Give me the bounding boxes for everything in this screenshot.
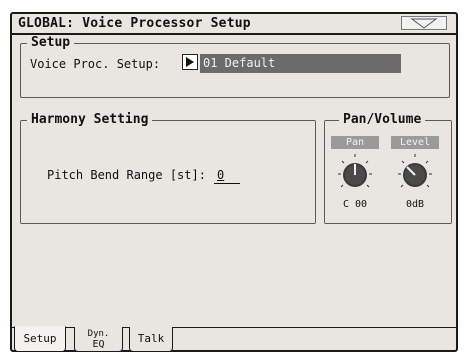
setup-panel-title: Setup bbox=[27, 35, 75, 51]
level-label: Level bbox=[391, 136, 439, 149]
pan-value: C 00 bbox=[342, 199, 368, 210]
menu-triangle-icon bbox=[410, 18, 438, 29]
pan-label: Pan bbox=[331, 136, 379, 149]
pan-volume-panel-title: Pan/Volume bbox=[339, 112, 426, 128]
level-value: 0dB bbox=[405, 199, 425, 210]
tab-talk[interactable]: Talk bbox=[129, 327, 173, 352]
harmony-panel-title: Harmony Setting bbox=[27, 112, 153, 128]
page-title: GLOBAL: Voice Processor Setup bbox=[18, 16, 251, 31]
title-bar: GLOBAL: Voice Processor Setup bbox=[12, 14, 456, 35]
harmony-setting-panel: Harmony Setting Pitch Bend Range [st]: 0 bbox=[20, 112, 316, 224]
pan-volume-panel: Pan/Volume Pan Level C 00 0dB bbox=[324, 112, 452, 224]
voice-processor-screen: GLOBAL: Voice Processor Setup Setup Voic… bbox=[10, 12, 458, 352]
pan-knob-icon[interactable] bbox=[333, 152, 377, 196]
voice-proc-select-button[interactable] bbox=[182, 54, 198, 70]
tab-dyn-eq-line2: EQ bbox=[92, 339, 105, 350]
level-knob-icon[interactable] bbox=[393, 152, 437, 196]
play-arrow-icon bbox=[186, 57, 194, 67]
pitch-bend-range-label: Pitch Bend Range [st]: bbox=[47, 168, 206, 182]
setup-panel: Setup Voice Proc. Setup: 01 Default bbox=[20, 35, 450, 98]
tab-setup[interactable]: Setup bbox=[14, 326, 66, 352]
page-menu-button[interactable] bbox=[401, 16, 447, 30]
voice-proc-setup-field[interactable]: 01 Default bbox=[200, 54, 401, 73]
pitch-bend-range-field[interactable]: 0 bbox=[214, 168, 240, 184]
tab-dyn-eq[interactable]: Dyn. EQ bbox=[74, 327, 123, 352]
tab-dyn-eq-line1: Dyn. bbox=[87, 329, 110, 339]
voice-proc-setup-label: Voice Proc. Setup: bbox=[30, 57, 161, 71]
